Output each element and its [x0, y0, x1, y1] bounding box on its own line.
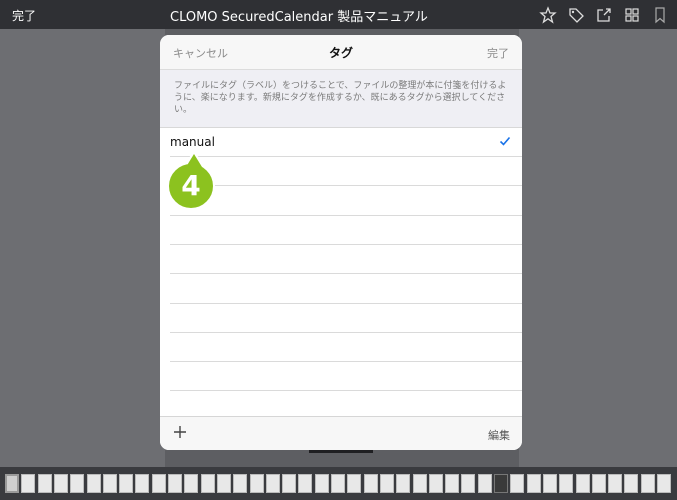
page-thumbnail[interactable]	[233, 474, 248, 493]
page-thumbnail[interactable]	[37, 474, 52, 493]
page-thumbnail[interactable]	[314, 474, 329, 493]
edit-button[interactable]: 編集	[488, 427, 510, 443]
star-icon[interactable]	[539, 6, 557, 24]
page-thumbnail[interactable]	[249, 474, 264, 493]
page-thumbnail[interactable]	[331, 474, 345, 493]
page-thumbnail[interactable]	[5, 474, 19, 493]
page-thumbnail[interactable]	[477, 474, 492, 493]
document-title: CLOMO SecuredCalendar 製品マニュアル	[170, 10, 428, 25]
page-thumbnail[interactable]	[640, 474, 655, 493]
bookmark-icon[interactable]	[651, 6, 669, 24]
page-thumbnail[interactable]	[282, 474, 297, 493]
page-thumbnail[interactable]	[135, 474, 150, 493]
tag-label: manual	[170, 135, 215, 149]
page-thumbnail[interactable]	[184, 474, 199, 493]
empty-tag-row	[170, 216, 522, 245]
empty-tag-row	[170, 187, 522, 216]
page-thumbnail[interactable]	[379, 474, 394, 493]
empty-tag-row	[170, 304, 522, 333]
page-thumbnail[interactable]	[559, 474, 574, 493]
page-thumbnail[interactable]	[363, 474, 378, 493]
dialog-done-button[interactable]: 完了	[487, 45, 509, 61]
page-thumbnail[interactable]	[461, 474, 476, 493]
page-thumbnail[interactable]	[624, 474, 639, 493]
page-thumbnail[interactable]	[542, 474, 557, 493]
page-thumbnail[interactable]	[657, 474, 671, 493]
page-thumbnail[interactable]	[575, 474, 590, 493]
top-toolbar: 完了 CLOMO SecuredCalendar 製品マニュアル	[0, 0, 677, 29]
tag-list: manual	[160, 128, 522, 416]
description-text: ファイルにタグ（ラベル）をつけることで、ファイルの整理が本に付箋を付けるように、…	[174, 81, 507, 115]
page-thumbnail[interactable]	[216, 474, 231, 493]
page-thumbnail[interactable]	[510, 474, 525, 493]
plus-icon[interactable]	[172, 424, 188, 440]
page-thumbnail[interactable]	[428, 474, 443, 493]
tag-dialog: キャンセル タグ 完了 ファイルにタグ（ラベル）をつけることで、ファイルの整理が…	[160, 35, 522, 450]
done-button[interactable]: 完了	[12, 7, 36, 24]
page-thumbnail[interactable]	[445, 474, 460, 493]
page-thumbnail[interactable]	[412, 474, 427, 493]
tag-row[interactable]: manual	[170, 128, 522, 157]
description-panel: ファイルにタグ（ラベル）をつけることで、ファイルの整理が本に付箋を付けるように、…	[160, 70, 522, 128]
page-thumbnail[interactable]	[119, 474, 134, 493]
dialog-header: キャンセル タグ 完了	[160, 35, 522, 70]
page-thumbnail[interactable]	[265, 474, 280, 493]
page-thumbnail-strip[interactable]	[0, 467, 677, 500]
page-thumbnail[interactable]	[526, 474, 541, 493]
step-callout-badge: 4	[167, 162, 215, 210]
page-thumbnail[interactable]	[591, 474, 606, 493]
toolbar-icons	[539, 6, 669, 24]
page-thumbnail[interactable]	[494, 474, 508, 493]
page-thumbnail[interactable]	[298, 474, 313, 493]
dialog-footer: 編集	[160, 416, 522, 450]
tag-icon[interactable]	[567, 6, 585, 24]
empty-tag-row	[170, 157, 522, 187]
page-thumbnail[interactable]	[608, 474, 623, 493]
grid-icon[interactable]	[623, 6, 641, 24]
page-thumbnail[interactable]	[86, 474, 101, 493]
checkmark-icon	[499, 136, 511, 146]
share-icon[interactable]	[595, 6, 613, 24]
page-thumbnail[interactable]	[53, 474, 68, 493]
step-number: 4	[181, 169, 201, 202]
page-thumbnail[interactable]	[168, 474, 182, 493]
page-thumbnail[interactable]	[396, 474, 411, 493]
empty-tag-row	[170, 245, 522, 275]
dialog-title: タグ	[328, 46, 353, 60]
callout-pointer	[186, 154, 202, 167]
empty-tag-row	[170, 333, 522, 363]
empty-tag-row	[170, 275, 522, 304]
page-thumbnail[interactable]	[347, 474, 362, 493]
page-thumbnail[interactable]	[70, 474, 85, 493]
page-thumbnail[interactable]	[200, 474, 215, 493]
page-thumbnail[interactable]	[102, 474, 117, 493]
page-thumbnail[interactable]	[151, 474, 166, 493]
empty-tag-row	[170, 362, 522, 392]
page-thumbnail[interactable]	[21, 474, 36, 493]
